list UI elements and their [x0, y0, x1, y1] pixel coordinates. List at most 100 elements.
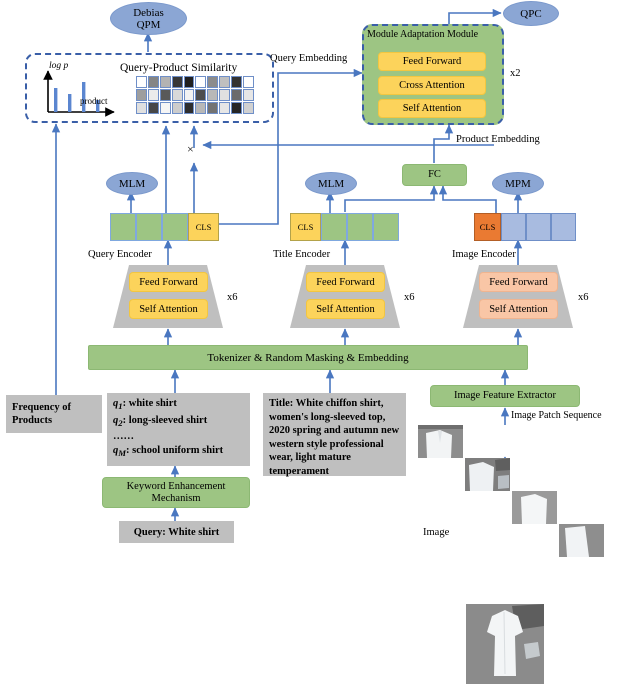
image-token — [551, 213, 576, 241]
similarity-cell — [219, 76, 231, 88]
query-input-box: Query: White shirt — [119, 521, 234, 543]
similarity-cell — [136, 89, 147, 101]
query-list-item: …… — [113, 431, 134, 443]
query-encoder-caption: Query Encoder — [88, 249, 152, 260]
similarity-cell — [171, 89, 183, 101]
similarity-cell — [183, 76, 195, 88]
query-cls-token: CLS — [188, 213, 219, 241]
query-encoder-self-attention[interactable]: Self Attention — [129, 299, 208, 319]
frequency-of-products-box: Frequency of Products — [6, 395, 102, 433]
image-feature-extractor[interactable]: Image Feature Extractor — [430, 385, 580, 407]
similarity-cell — [207, 102, 219, 114]
title-token — [347, 213, 373, 241]
fc-block[interactable]: FC — [402, 164, 467, 186]
query-encoder-feed-forward[interactable]: Feed Forward — [129, 272, 208, 292]
image-patch — [559, 524, 604, 557]
similarity-cell — [183, 102, 195, 114]
query-product-similarity-matrix — [136, 76, 254, 114]
product-image — [466, 604, 544, 684]
debias-qpm-label-line1: Debias — [133, 6, 164, 19]
tokenizer-block[interactable]: Tokenizer & Random Masking & Embedding — [88, 345, 528, 370]
query-token-row: CLS — [110, 213, 219, 241]
title-cls-token: CLS — [290, 213, 321, 241]
debias-qpm-label-line2: QPM — [136, 18, 161, 31]
image-token-row: CLS — [474, 213, 576, 241]
module-adaptation-module-title: Module Adaptation Module — [367, 29, 479, 40]
similarity-cell — [147, 89, 159, 101]
image-token — [526, 213, 551, 241]
similarity-cell — [171, 76, 183, 88]
similarity-cell — [159, 102, 171, 114]
image-encoder-repeat: x6 — [578, 292, 589, 303]
query-embedding-label: Query Embedding — [270, 53, 348, 64]
similarity-cell — [219, 102, 231, 114]
mlm-query-label: MLM — [118, 177, 146, 190]
image-patch — [465, 458, 510, 491]
similarity-cell — [171, 102, 183, 114]
title-token — [373, 213, 399, 241]
mpm-head: MPM — [492, 172, 544, 195]
mam-layer-cross-attention[interactable]: Cross Attention — [378, 76, 486, 95]
similarity-cell — [147, 102, 159, 114]
debias-qpm-head: Debias QPM — [110, 2, 187, 35]
image-encoder-feed-forward[interactable]: Feed Forward — [479, 272, 558, 292]
qpc-head: QPC — [503, 1, 559, 26]
similarity-cell — [243, 76, 254, 88]
image-patch-sequence-label: Image Patch Sequence — [511, 410, 602, 421]
query-product-similarity-title: Query-Product Similarity — [120, 62, 238, 74]
frequency-line1: Frequency of — [12, 401, 72, 413]
query-list-item: q2: long-sleeved shirt — [113, 414, 244, 431]
mam-layer-self-attention[interactable]: Self Attention — [378, 99, 486, 118]
title-encoder-repeat: x6 — [404, 292, 415, 303]
title-encoder-caption: Title Encoder — [273, 249, 331, 260]
mpm-label: MPM — [505, 177, 531, 190]
query-list-item: qM: school uniform shirt — [113, 444, 244, 461]
mlm-title-label: MLM — [317, 177, 345, 190]
image-patch — [512, 491, 557, 524]
kem-line2: Mechanism — [151, 492, 201, 504]
query-encoder-repeat: x6 — [227, 292, 238, 303]
multiply-operator: × — [187, 142, 194, 156]
query-token — [110, 213, 136, 241]
q-index: M — [118, 447, 127, 458]
frequency-line2: Products — [12, 415, 53, 426]
similarity-cell — [136, 76, 147, 88]
similarity-cell — [195, 76, 207, 88]
similarity-cell — [243, 89, 254, 101]
q-text: : white shirt — [122, 398, 177, 409]
image-token — [501, 213, 526, 241]
title-token — [321, 213, 347, 241]
query-list-box: q1: white shirt q2: long-sleeved shirt …… — [107, 393, 250, 466]
q-text: : long-sleeved shirt — [122, 414, 208, 426]
title-encoder-feed-forward[interactable]: Feed Forward — [306, 272, 385, 292]
product-axis-label: product — [80, 96, 108, 106]
similarity-cell — [207, 89, 219, 101]
similarity-cell — [136, 102, 147, 114]
image-cls-token: CLS — [474, 213, 501, 241]
title-encoder-self-attention[interactable]: Self Attention — [306, 299, 385, 319]
image-patch — [418, 425, 463, 458]
mam-layer-feed-forward[interactable]: Feed Forward — [378, 52, 486, 71]
kem-line1: Keyword Enhancement — [126, 480, 226, 492]
log-p-bar-chart — [43, 70, 115, 117]
similarity-cell — [195, 89, 207, 101]
similarity-cell — [231, 89, 243, 101]
similarity-cell — [147, 76, 159, 88]
image-encoder-self-attention[interactable]: Self Attention — [479, 299, 558, 319]
query-token — [136, 213, 162, 241]
title-token-row: CLS — [290, 213, 399, 241]
query-list-item: q1: white shirt — [113, 397, 244, 414]
query-token — [162, 213, 188, 241]
image-encoder-caption: Image Encoder — [452, 249, 516, 260]
qpc-label: QPC — [520, 7, 542, 20]
mlm-title-head: MLM — [305, 172, 357, 195]
keyword-enhancement-mechanism[interactable]: Keyword Enhancement Mechanism — [102, 477, 250, 508]
similarity-cell — [195, 102, 207, 114]
similarity-cell — [243, 102, 254, 114]
product-embedding-label: Product Embedding — [456, 134, 540, 145]
similarity-cell — [159, 89, 171, 101]
similarity-cell — [231, 102, 243, 114]
image-caption-label: Image — [423, 527, 450, 538]
similarity-cell — [183, 89, 195, 101]
similarity-cell — [159, 76, 171, 88]
